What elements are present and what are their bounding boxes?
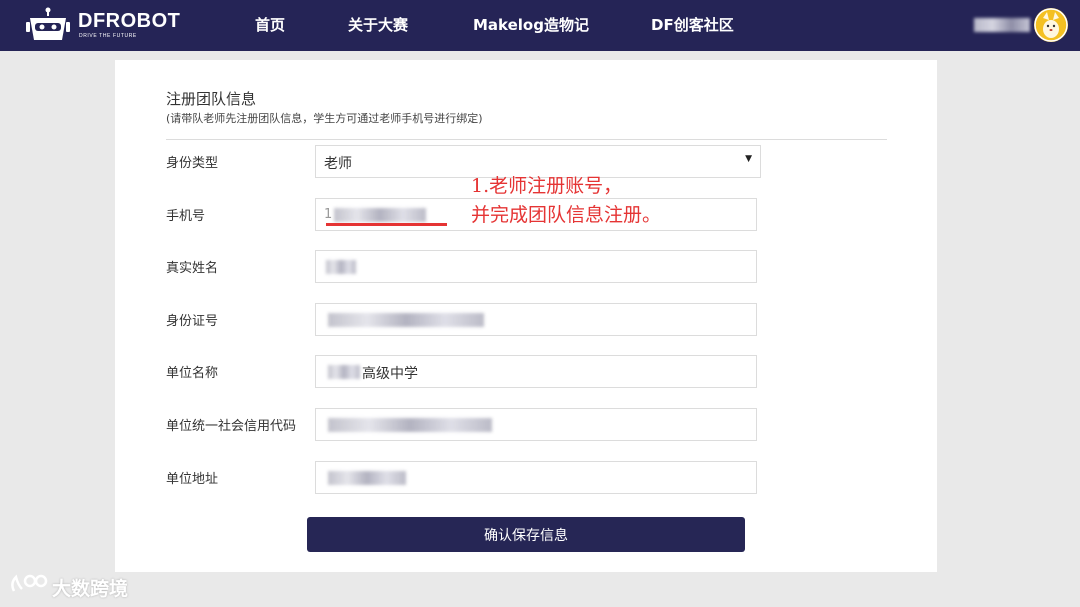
credit-code-input[interactable] <box>315 408 757 441</box>
org-name-redacted <box>328 365 360 379</box>
avatar[interactable] <box>1034 8 1068 42</box>
id-number-input[interactable] <box>315 303 757 336</box>
credit-code-label: 单位统一社会信用代码 <box>166 419 297 434</box>
nav-df-community[interactable]: DF创客社区 <box>651 14 734 35</box>
watermark-logo-icon <box>11 574 48 592</box>
team-registration-card: 注册团队信息 (请带队老师先注册团队信息，学生方可通过老师手机号进行绑定) 身份… <box>115 60 937 572</box>
annotation-text: 1.老师注册账号， 并完成团队信息注册。 <box>471 172 661 230</box>
nav-home[interactable]: 首页 <box>255 14 285 35</box>
save-info-button[interactable]: 确认保存信息 <box>307 517 745 552</box>
identity-type-label: 身份类型 <box>166 156 219 171</box>
phone-redacted <box>334 208 426 222</box>
nav-about-contest[interactable]: 关于大赛 <box>348 14 408 35</box>
real-name-input[interactable] <box>315 250 757 283</box>
annotation-line-2: 并完成团队信息注册。 <box>471 204 662 226</box>
avatar-icon <box>1034 8 1068 42</box>
form-title: 注册团队信息 <box>166 90 257 108</box>
triangle-down-icon: ▼ <box>745 154 752 164</box>
phone-label: 手机号 <box>166 209 206 224</box>
address-input[interactable] <box>315 461 757 494</box>
logo-wordmark: DFROBOT <box>78 10 181 32</box>
robot-logo-icon <box>26 7 70 40</box>
id-number-redacted <box>328 313 484 327</box>
top-navbar: DFROBOT DRIVE THE FUTURE 首页 关于大赛 Makelog… <box>0 0 1080 51</box>
username-redacted[interactable] <box>974 18 1030 32</box>
phone-value: 1 <box>324 207 333 222</box>
address-redacted <box>328 471 406 485</box>
annotation-line-1: 1.老师注册账号， <box>471 175 623 197</box>
identity-type-value: 老师 <box>324 156 352 172</box>
org-name-value: 高级中学 <box>362 366 418 382</box>
real-name-redacted <box>326 260 356 274</box>
org-name-input[interactable]: 高级中学 <box>315 355 757 388</box>
id-number-label: 身份证号 <box>166 314 219 329</box>
watermark-text: 大数跨境 <box>52 578 129 600</box>
address-label: 单位地址 <box>166 472 219 487</box>
org-name-label: 单位名称 <box>166 366 219 381</box>
dfrobot-logo[interactable]: DFROBOT DRIVE THE FUTURE <box>26 7 196 45</box>
credit-code-redacted <box>328 418 492 432</box>
logo-tagline: DRIVE THE FUTURE <box>79 33 137 39</box>
form-subtitle: (请带队老师先注册团队信息，学生方可通过老师手机号进行绑定) <box>166 112 483 125</box>
annotation-underline <box>326 223 447 226</box>
nav-makelog[interactable]: Makelog造物记 <box>473 14 589 35</box>
divider <box>166 139 887 140</box>
real-name-label: 真实姓名 <box>166 261 219 276</box>
